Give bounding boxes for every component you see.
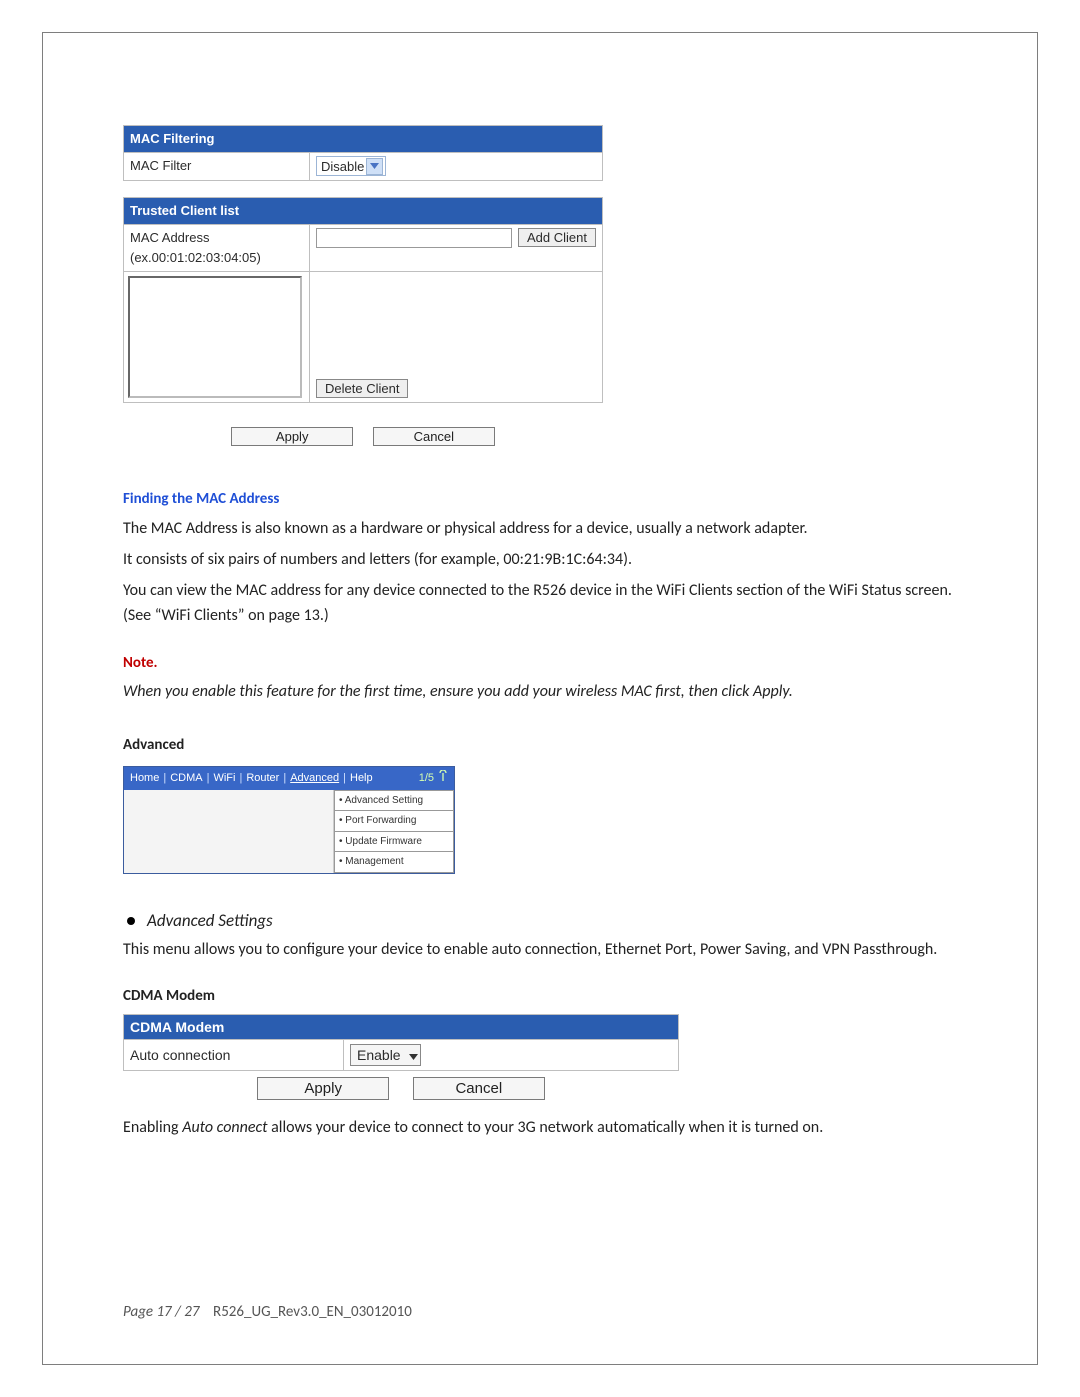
add-client-button[interactable]: Add Client: [518, 228, 596, 247]
trusted-header: Trusted Client list: [124, 197, 603, 224]
finding-mac-p3: You can view the MAC address for any dev…: [123, 579, 961, 629]
advanced-settings-label: Advanced Settings: [147, 908, 273, 934]
advanced-heading: Advanced: [123, 734, 961, 757]
chevron-down-icon: [409, 1047, 418, 1063]
nav-item: Home: [130, 770, 159, 787]
nav-item-active: Advanced: [290, 770, 339, 787]
cdma-modem-table: CDMA Modem Auto connection Enable: [123, 1014, 679, 1071]
mac-filtering-header: MAC Filtering: [124, 126, 603, 153]
cdma-cancel-button[interactable]: Cancel: [413, 1077, 545, 1100]
mac-address-label: MAC Address (ex.00:01:02:03:04:05): [124, 224, 310, 271]
submenu-item: • Management: [334, 852, 454, 873]
nav-item: CDMA: [170, 770, 202, 787]
submenu-item: • Port Forwarding: [334, 811, 454, 832]
client-listbox[interactable]: [128, 276, 302, 398]
nav-item: Help: [350, 770, 373, 787]
apply-button[interactable]: Apply: [231, 427, 353, 446]
auto-connection-value: Enable: [357, 1047, 401, 1063]
auto-connection-dropdown[interactable]: Enable: [350, 1044, 421, 1066]
chevron-down-icon: [366, 158, 383, 175]
advanced-settings-bullet: Advanced Settings: [123, 908, 961, 934]
mac-address-input[interactable]: [316, 228, 512, 248]
note-heading: Note.: [123, 652, 961, 675]
signal-text: 1/5: [419, 770, 434, 787]
cdma-subheading: CDMA Modem: [123, 985, 961, 1008]
cancel-button[interactable]: Cancel: [373, 427, 495, 446]
doc-id: R526_UG_Rev3.0_EN_03012010: [213, 1303, 412, 1321]
cdma-apply-button[interactable]: Apply: [257, 1077, 389, 1100]
cdma-after-text: Enabling Auto connect allows your device…: [123, 1116, 961, 1141]
antenna-icon: [438, 770, 448, 787]
note-text: When you enable this feature for the fir…: [123, 680, 961, 705]
delete-client-button[interactable]: Delete Client: [316, 379, 408, 398]
page-footer: Page 17 / 27 R526_UG_Rev3.0_EN_03012010: [123, 1301, 412, 1324]
mac-filter-dropdown-value: Disable: [321, 159, 364, 174]
nav-item: WiFi: [213, 770, 235, 787]
finding-mac-p1: The MAC Address is also known as a hardw…: [123, 517, 961, 542]
bullet-icon: [127, 917, 135, 925]
nav-screenshot: Home| CDMA| WiFi| Router| Advanced | Hel…: [123, 766, 455, 874]
auto-connection-label: Auto connection: [124, 1040, 344, 1071]
nav-item: Router: [246, 770, 279, 787]
submenu-item: • Update Firmware: [334, 832, 454, 853]
page-number: Page 17 / 27: [123, 1303, 199, 1321]
finding-mac-p2: It consists of six pairs of numbers and …: [123, 548, 961, 573]
submenu-item: • Advanced Setting: [334, 790, 454, 812]
trusted-client-table: Trusted Client list MAC Address (ex.00:0…: [123, 197, 603, 403]
finding-mac-heading: Finding the MAC Address: [123, 488, 961, 511]
advanced-desc: This menu allows you to configure your d…: [123, 938, 961, 963]
mac-filter-dropdown[interactable]: Disable: [316, 156, 386, 176]
mac-filtering-table: MAC Filtering MAC Filter Disable: [123, 125, 603, 181]
cdma-header: CDMA Modem: [124, 1015, 679, 1040]
mac-filter-label: MAC Filter: [124, 153, 310, 181]
